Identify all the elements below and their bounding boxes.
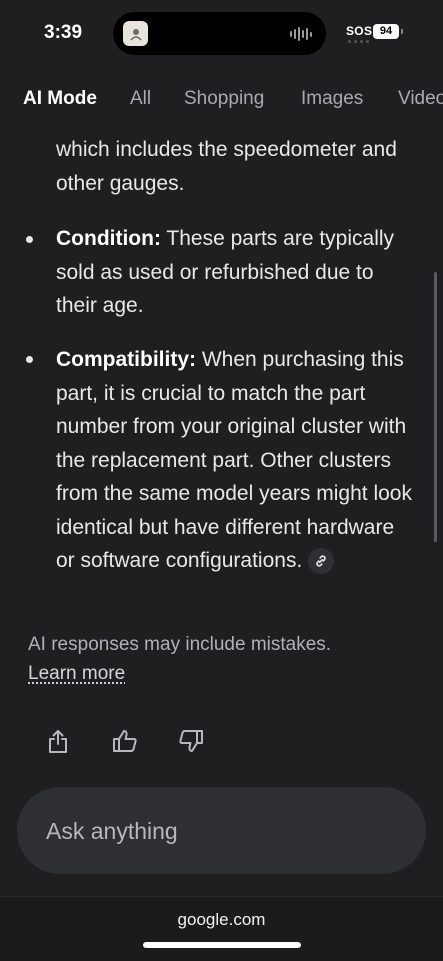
now-playing-app-icon: [123, 21, 148, 46]
bullet-dot: [26, 236, 33, 243]
status-time: 3:39: [44, 22, 83, 43]
bullet-condition: Condition: These parts are typically sol…: [56, 222, 416, 323]
bullet-text: When purchasing this part, it is crucial…: [56, 348, 412, 572]
url-domain[interactable]: google.com: [0, 910, 443, 930]
battery-tip: [401, 29, 403, 34]
carrier-status: SOS: [346, 24, 373, 38]
tab-shopping[interactable]: Shopping: [184, 88, 264, 110]
ask-input[interactable]: [44, 787, 408, 876]
ask-box: [17, 787, 426, 876]
thumbs-up-button[interactable]: [108, 724, 142, 758]
bullet-dot: [26, 356, 33, 363]
tab-all[interactable]: All: [130, 88, 151, 110]
thumbs-up-icon: [113, 730, 137, 752]
bullet-compatibility: Compatibility: When purchasing this part…: [56, 343, 416, 578]
learn-more-link[interactable]: Learn more: [28, 659, 418, 688]
share-button[interactable]: [41, 724, 75, 758]
disclaimer-text: AI responses may include mistakes.: [28, 634, 332, 655]
share-icon: [49, 730, 67, 753]
link-icon: [316, 555, 326, 568]
audio-wave-icon: [290, 27, 312, 41]
search-tabs: AI Mode All Shopping Images Videos: [0, 78, 443, 122]
thumbs-down-button[interactable]: [174, 724, 208, 758]
signal-dots-icon: [348, 40, 369, 43]
tab-videos[interactable]: Videos: [398, 88, 443, 110]
tab-images[interactable]: Images: [301, 88, 363, 110]
response-actions: [0, 724, 443, 758]
source-link-button[interactable]: [308, 548, 335, 575]
disclaimer: AI responses may include mistakes. Learn…: [28, 630, 418, 688]
tab-ai-mode[interactable]: AI Mode: [23, 88, 97, 110]
scrollbar[interactable]: [434, 272, 437, 542]
bullet-term: Compatibility:: [56, 348, 196, 371]
dynamic-island[interactable]: [113, 12, 326, 55]
battery-icon: 94: [373, 24, 399, 39]
browser-bar: google.com: [0, 896, 443, 961]
home-indicator[interactable]: [143, 942, 301, 948]
status-bar: 3:39 SOS 94: [0, 0, 443, 70]
response-text: which includes the speedometer and other…: [56, 138, 397, 195]
thumbs-down-icon: [179, 730, 203, 752]
bullet-term: Condition:: [56, 227, 161, 250]
